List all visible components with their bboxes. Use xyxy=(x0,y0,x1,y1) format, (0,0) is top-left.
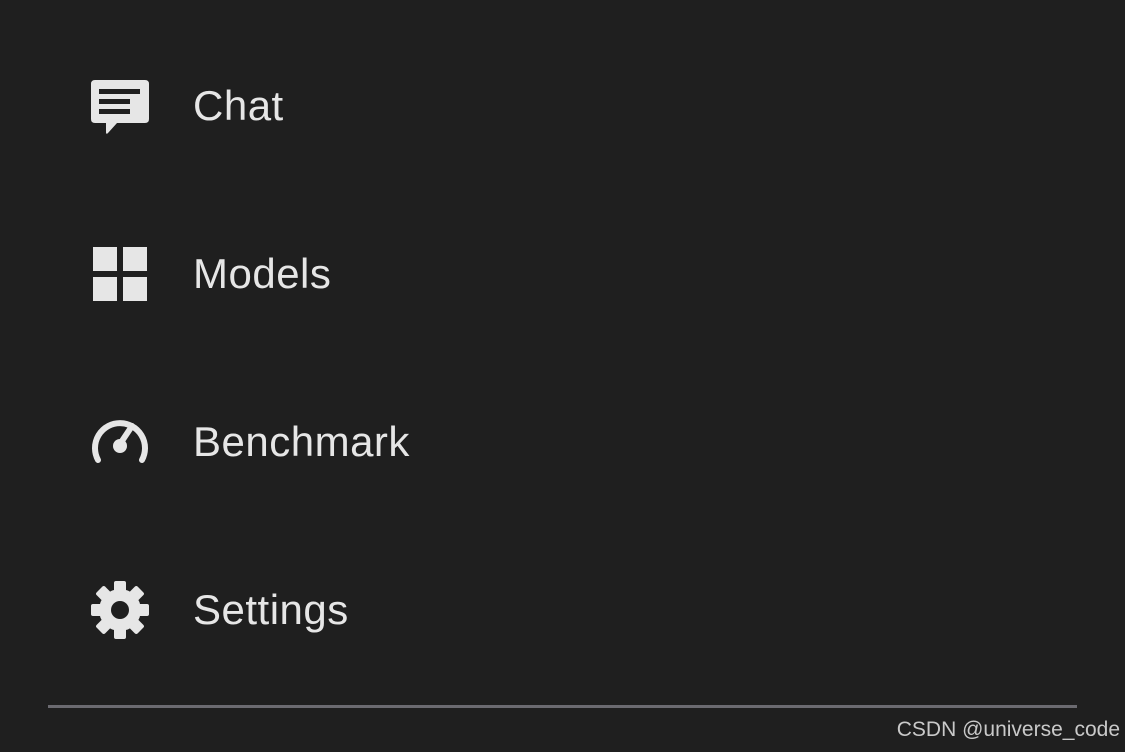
nav-item-label: Benchmark xyxy=(193,418,410,465)
chat-icon xyxy=(88,74,152,138)
grid-icon xyxy=(88,242,152,306)
gear-icon xyxy=(88,578,152,642)
nav-item-benchmark[interactable]: Benchmark xyxy=(88,407,410,477)
nav-item-models[interactable]: Models xyxy=(88,239,331,309)
nav-item-settings[interactable]: Settings xyxy=(88,575,349,645)
nav-item-label: Settings xyxy=(193,586,349,633)
nav-item-label: Models xyxy=(193,250,332,297)
speedometer-icon xyxy=(88,410,152,474)
nav-item-label: Chat xyxy=(193,82,284,129)
watermark: CSDN @universe_code xyxy=(896,718,1120,741)
divider xyxy=(48,705,1077,708)
nav-item-chat[interactable]: Chat xyxy=(88,71,284,141)
